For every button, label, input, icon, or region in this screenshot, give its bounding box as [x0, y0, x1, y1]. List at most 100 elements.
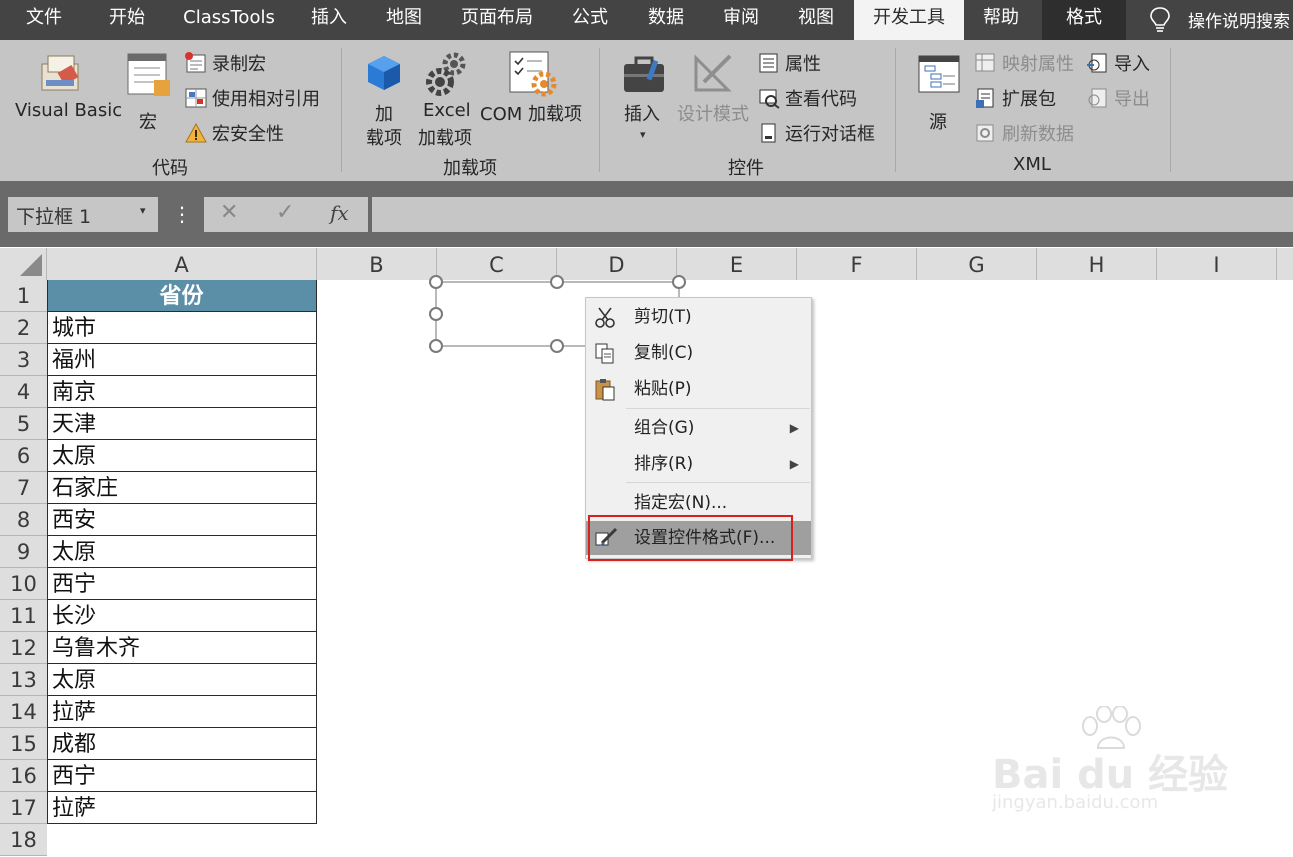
cell-a[interactable]: 乌鲁木齐: [47, 632, 317, 664]
row-header[interactable]: 8: [0, 504, 47, 536]
tab-view[interactable]: 视图: [778, 0, 854, 40]
row-header[interactable]: 7: [0, 472, 47, 504]
view-code-label: 查看代码: [785, 89, 857, 110]
tab-home[interactable]: 开始: [88, 0, 166, 40]
cell-a[interactable]: 太原: [47, 664, 317, 696]
tab-format[interactable]: 格式: [1042, 0, 1126, 40]
visual-basic-button[interactable]: Visual Basic: [8, 48, 122, 138]
row-header[interactable]: 12: [0, 632, 47, 664]
record-macro-icon: [185, 52, 206, 73]
row-header[interactable]: 5: [0, 408, 47, 440]
row-header[interactable]: 13: [0, 664, 47, 696]
menu-item-group[interactable]: 组合(G) ▶: [586, 411, 811, 445]
addins-button[interactable]: 加 载项: [360, 48, 408, 149]
tab-classtools[interactable]: ClassTools: [166, 0, 292, 40]
ribbon: Visual Basic 宏 录制宏 使用相对引用 宏安全性 代码 加 载项 E…: [0, 40, 1293, 181]
column-header-f[interactable]: F: [797, 248, 917, 280]
com-addins-button[interactable]: COM 加载项: [478, 48, 586, 128]
copy-icon: [595, 343, 614, 364]
cell-a[interactable]: 拉萨: [47, 696, 317, 728]
run-dialog-button[interactable]: 运行对话框: [758, 120, 888, 146]
view-code-button[interactable]: 查看代码: [758, 85, 888, 111]
cell-a[interactable]: 西宁: [47, 760, 317, 792]
excel-addins-button[interactable]: Excel 加载项: [414, 48, 474, 149]
row-header[interactable]: 1: [0, 280, 47, 312]
cell-a1-header[interactable]: 省份: [47, 280, 317, 312]
select-all-button[interactable]: [0, 248, 47, 280]
cancel-icon[interactable]: ✕: [220, 200, 238, 225]
cell-a[interactable]: 太原: [47, 536, 317, 568]
macros-button[interactable]: 宏: [124, 48, 174, 138]
row-header[interactable]: 9: [0, 536, 47, 568]
cell-a[interactable]: 长沙: [47, 600, 317, 632]
tab-page-layout[interactable]: 页面布局: [442, 0, 552, 40]
row-header[interactable]: 10: [0, 568, 47, 600]
refresh-data-button[interactable]: 刷新数据: [974, 120, 1078, 146]
xml-source-icon: [918, 55, 960, 93]
row-header[interactable]: 3: [0, 344, 47, 376]
map-properties-icon: [975, 53, 995, 72]
import-button[interactable]: 导入: [1086, 50, 1156, 76]
row-header[interactable]: 18: [0, 824, 47, 856]
insert-function-icon[interactable]: fx: [330, 201, 349, 225]
row-header[interactable]: 17: [0, 792, 47, 824]
confirm-icon[interactable]: ✓: [276, 200, 294, 225]
formula-input[interactable]: [372, 197, 1293, 232]
tab-help[interactable]: 帮助: [964, 0, 1038, 40]
cell-a[interactable]: 福州: [47, 344, 317, 376]
tab-data[interactable]: 数据: [628, 0, 704, 40]
properties-button[interactable]: 属性: [758, 50, 888, 76]
more-options-icon[interactable]: ⋮: [172, 200, 192, 230]
menu-item-cut[interactable]: 剪切(T): [586, 300, 811, 334]
tab-insert[interactable]: 插入: [292, 0, 366, 40]
row-header[interactable]: 2: [0, 312, 47, 344]
use-relative-references-button[interactable]: 使用相对引用: [184, 85, 334, 111]
column-header-i[interactable]: I: [1157, 248, 1277, 280]
column-header-g[interactable]: G: [917, 248, 1037, 280]
tab-review[interactable]: 审阅: [704, 0, 778, 40]
menu-item-order[interactable]: 排序(R) ▶: [586, 447, 811, 481]
cell-a[interactable]: 西安: [47, 504, 317, 536]
cell-a[interactable]: 石家庄: [47, 472, 317, 504]
export-button[interactable]: 导出: [1086, 85, 1156, 111]
import-icon: [1087, 53, 1107, 73]
menu-item-paste[interactable]: 粘贴(P): [586, 372, 811, 406]
excel-addins-label-line1: Excel: [423, 100, 471, 121]
gears-icon: [426, 52, 466, 96]
row-header[interactable]: 4: [0, 376, 47, 408]
cell-a[interactable]: 成都: [47, 728, 317, 760]
column-header-e[interactable]: E: [677, 248, 797, 280]
expansion-packs-label: 扩展包: [1002, 89, 1056, 110]
row-header[interactable]: 11: [0, 600, 47, 632]
tab-map[interactable]: 地图: [366, 0, 442, 40]
tell-me-search[interactable]: 操作说明搜索: [1148, 4, 1293, 36]
cell-a[interactable]: 西宁: [47, 568, 317, 600]
expansion-packs-button[interactable]: 扩展包: [974, 85, 1078, 111]
chevron-down-icon: ▾: [640, 128, 646, 141]
row-header[interactable]: 6: [0, 440, 47, 472]
row-header[interactable]: 14: [0, 696, 47, 728]
column-header-b[interactable]: B: [317, 248, 437, 280]
row-header[interactable]: 15: [0, 728, 47, 760]
tab-file[interactable]: 文件: [0, 0, 88, 40]
name-box[interactable]: 下拉框 1 ▾: [8, 197, 158, 232]
tab-formulas[interactable]: 公式: [552, 0, 628, 40]
cell-a[interactable]: 天津: [47, 408, 317, 440]
tab-developer[interactable]: 开发工具: [854, 0, 964, 40]
design-mode-button[interactable]: 设计模式: [676, 48, 752, 138]
map-properties-button[interactable]: 映射属性: [974, 50, 1078, 76]
cell-a[interactable]: 拉萨: [47, 792, 317, 824]
warning-icon: [185, 122, 207, 143]
insert-control-button[interactable]: 插入 ▾: [618, 48, 670, 148]
cell-a[interactable]: 城市: [47, 312, 317, 344]
row-header[interactable]: 16: [0, 760, 47, 792]
xml-source-button[interactable]: 源: [915, 48, 963, 138]
cell-a[interactable]: 南京: [47, 376, 317, 408]
cell-a[interactable]: 太原: [47, 440, 317, 472]
column-header-h[interactable]: H: [1037, 248, 1157, 280]
column-header-a[interactable]: A: [47, 248, 317, 280]
record-macro-button[interactable]: 录制宏: [184, 50, 334, 76]
macro-security-button[interactable]: 宏安全性: [184, 120, 334, 146]
menu-item-copy[interactable]: 复制(C): [586, 336, 811, 370]
chevron-down-icon[interactable]: ▾: [140, 204, 146, 217]
